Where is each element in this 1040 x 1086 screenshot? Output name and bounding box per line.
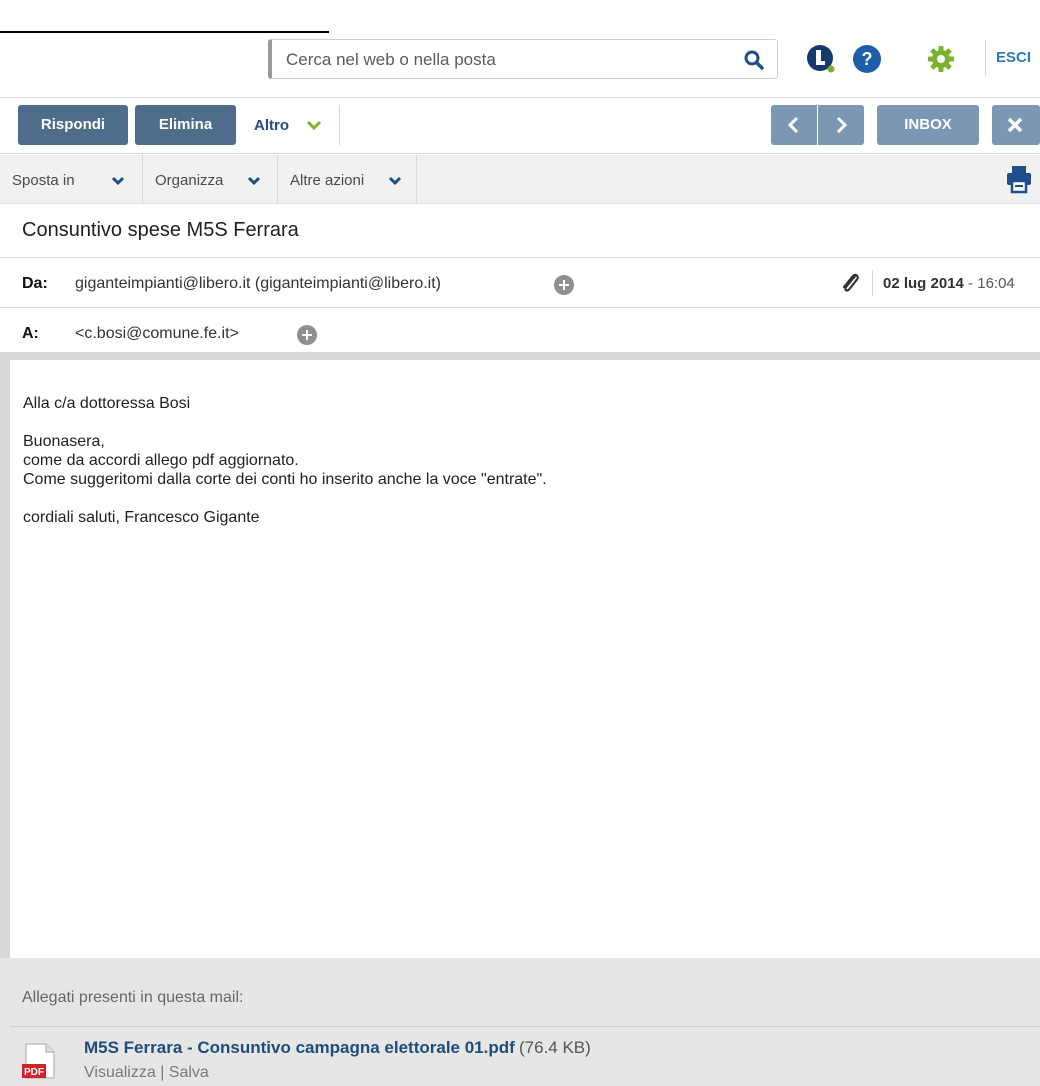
- gear-icon[interactable]: [926, 44, 956, 74]
- subject-divider: [0, 257, 1040, 258]
- inbox-button[interactable]: INBOX: [877, 105, 979, 145]
- help-icon[interactable]: ?: [852, 44, 882, 74]
- message-body-text: Alla c/a dottoressa Bosi Buonasera, come…: [23, 394, 547, 527]
- message-body-frame: Alla c/a dottoressa Bosi Buonasera, come…: [0, 352, 1040, 958]
- chevron-down-icon: [111, 176, 125, 186]
- move-to-menu[interactable]: Sposta in: [0, 155, 143, 204]
- add-recipient-contact-button[interactable]: [297, 325, 317, 345]
- reply-button[interactable]: Rispondi: [18, 105, 128, 145]
- previous-message-button[interactable]: [771, 105, 817, 145]
- toolbar-divider: [0, 153, 1040, 154]
- body-line: Come suggeritomi dalla corte dei conti h…: [23, 471, 547, 488]
- more-dropdown[interactable]: Altro: [236, 105, 340, 145]
- message-body: Alla c/a dottoressa Bosi Buonasera, come…: [10, 360, 1040, 958]
- paperclip-icon: [842, 273, 859, 292]
- search-input[interactable]: [284, 40, 728, 80]
- close-button[interactable]: [992, 105, 1040, 145]
- to-label: A:: [22, 325, 39, 342]
- search-icon[interactable]: [743, 49, 765, 71]
- chevron-down-icon: [306, 120, 322, 131]
- save-attachment-link[interactable]: Salva: [169, 1064, 209, 1081]
- body-line: cordiali saluti, Francesco Gigante: [23, 509, 260, 526]
- next-message-button[interactable]: [818, 105, 864, 145]
- recipient-address[interactable]: <c.bosi@comune.fe.it>: [75, 325, 239, 343]
- attachment-name-link[interactable]: M5S Ferrara - Consuntivo campagna eletto…: [84, 1038, 515, 1058]
- printer-icon[interactable]: [1005, 164, 1033, 194]
- message-subject: Consuntivo spese M5S Ferrara: [22, 219, 299, 241]
- from-label: Da:: [22, 275, 48, 292]
- chevron-down-icon: [388, 176, 402, 186]
- date-separator: [872, 270, 873, 296]
- organize-menu[interactable]: Organizza: [143, 155, 278, 204]
- organize-label: Organizza: [155, 172, 224, 189]
- delete-button[interactable]: Elimina: [135, 105, 236, 145]
- from-divider: [0, 307, 1040, 308]
- close-icon: [1007, 117, 1023, 133]
- message-date: 02 lug 2014 - 16:04: [883, 275, 1015, 292]
- other-actions-label: Altre azioni: [290, 172, 365, 189]
- attachment-action-separator: |: [155, 1064, 169, 1081]
- chevron-left-icon: [787, 116, 799, 134]
- sender-address[interactable]: giganteimpianti@libero.it (giganteimpian…: [75, 275, 441, 293]
- move-to-label: Sposta in: [12, 172, 75, 189]
- pdf-file-icon: PDF: [22, 1043, 55, 1079]
- pdf-badge-label: PDF: [24, 1067, 44, 1078]
- attachments-title: Allegati presenti in questa mail:: [22, 989, 244, 1006]
- attachments-divider: [10, 1026, 1040, 1027]
- svg-text:?: ?: [862, 49, 873, 69]
- libero-logo-icon[interactable]: [806, 44, 836, 74]
- attachment-actions: Visualizza | Salva: [84, 1064, 209, 1082]
- body-line: Alla c/a dottoressa Bosi: [23, 395, 191, 412]
- body-line: come da accordi allego pdf aggiornato.: [23, 452, 299, 469]
- action-menubar: Sposta in Organizza Altre azioni: [0, 155, 1040, 204]
- message-date-time: - 16:04: [963, 275, 1015, 292]
- search-box[interactable]: [268, 39, 778, 80]
- attachment-size: (76.4 KB): [519, 1038, 591, 1057]
- header-divider: [0, 97, 1040, 98]
- chevron-down-icon: [247, 176, 261, 186]
- message-date-day: 02 lug 2014: [883, 275, 964, 292]
- add-contact-button[interactable]: [554, 275, 574, 295]
- view-attachment-link[interactable]: Visualizza: [84, 1064, 156, 1081]
- other-actions-menu[interactable]: Altre azioni: [278, 155, 417, 204]
- top-divider: [0, 31, 329, 33]
- chevron-right-icon: [836, 116, 848, 134]
- body-line: Buonasera,: [23, 433, 105, 450]
- message-navigation: [771, 105, 864, 145]
- logout-link[interactable]: ESCI: [985, 40, 1031, 76]
- more-label: Altro: [254, 117, 289, 134]
